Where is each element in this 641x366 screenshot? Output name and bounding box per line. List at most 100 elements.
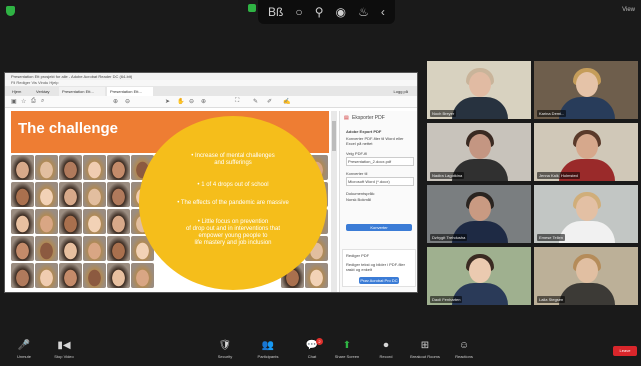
collage-face (107, 236, 130, 261)
select-file-field[interactable]: Presentation_2.docx.pdf (346, 157, 414, 166)
record-icon[interactable]: ◉ (336, 6, 346, 18)
try-pro-button[interactable]: Prøv Acrobat Pro DC (359, 277, 399, 284)
participant-name: Dzhygit Trehdusha (430, 234, 468, 241)
participant-tile[interactable]: Dzhygit Trehdusha (426, 184, 532, 244)
record-button[interactable]: ⏺ Record (366, 340, 406, 359)
collage-face (35, 209, 58, 234)
stop-video-button[interactable]: ▮◀ Stop Video (44, 340, 84, 359)
recording-indicator-icon (248, 4, 256, 12)
tab-document-2[interactable]: Presentation Ett... (107, 87, 153, 96)
spotlight-icon[interactable]: ○ (295, 6, 302, 18)
participant-face (576, 134, 598, 159)
window-title: Presentation Ett prosjekt for alle - Ado… (5, 73, 417, 80)
tab-tools[interactable]: Verktøy (33, 87, 53, 96)
tab-bar: Hjem Verktøy Presentation Ett... Present… (5, 86, 417, 96)
tab-document-1[interactable]: Presentation Ett... (59, 87, 105, 96)
collage-face (11, 236, 34, 261)
scrollbar-thumb[interactable] (332, 121, 336, 151)
sign-icon[interactable]: ✍ (283, 98, 290, 105)
participant-face (576, 196, 598, 221)
collage-face (83, 263, 106, 288)
highlight-icon[interactable]: ✐ (267, 98, 272, 105)
collage-face (11, 209, 34, 234)
collage-face (83, 209, 106, 234)
zoom-in-icon[interactable]: ⊕ (201, 98, 206, 105)
participant-tile[interactable]: Karina Demi... (533, 60, 639, 120)
collapse-icon[interactable]: ‹ (381, 6, 385, 18)
participant-name: Nadira Lagotkina (430, 172, 465, 179)
panel-description: Konverter PDF-filer til Word eller Excel… (346, 136, 404, 146)
print-icon[interactable]: ⎙ (31, 98, 36, 105)
participants-button[interactable]: 👥 Participants (248, 340, 288, 359)
breakout-rooms-icon: ⊞ (420, 340, 430, 351)
slide-title: The challenge (18, 120, 119, 137)
chat-unread-badge: 2 (316, 338, 323, 345)
meeting-controls: 🎤 Unmute ▮◀ Stop Video 🛡 Security 👥 Part… (0, 336, 641, 366)
collage-face (59, 209, 82, 234)
pdf-toolbar: ▣ ☆ ⎙ ⌕ ⊕ ⊖ ➤ ✋ ⊖ ⊕ ⛶ ✎ ✐ ✍ (5, 96, 417, 108)
participant-tile[interactable]: Daoli Fenharten (426, 246, 532, 306)
document-scrollbar[interactable] (331, 111, 337, 292)
share-screen-icon: ⬆ (342, 340, 352, 351)
fit-page-icon[interactable]: ⛶ (235, 98, 239, 105)
view-button[interactable]: View (622, 7, 635, 13)
participant-torso (559, 221, 615, 243)
search-icon[interactable]: ⌕ (41, 98, 44, 105)
reactions-button[interactable]: ☺ Reactions (444, 340, 484, 359)
convert-to-label: Konverter til (346, 171, 368, 176)
chat-icon: 💬 (305, 340, 319, 351)
more-icon[interactable]: ♨ (358, 6, 369, 18)
panel-subheader: Adobe Export PDF (346, 129, 382, 134)
security-shield-icon[interactable] (6, 6, 15, 16)
bullet-drop-out: • 1 of 4 drops out of school (197, 182, 269, 188)
annotation-toolbar: Bß ○ ⚲ ◉ ♨ ‹ (258, 0, 395, 24)
share-screen-label: Share Screen (334, 354, 360, 359)
comment-icon[interactable]: ✎ (253, 98, 258, 105)
security-button[interactable]: 🛡 Security (205, 340, 245, 359)
collage-face (59, 263, 82, 288)
shield-icon: 🛡 (218, 340, 232, 351)
sign-in-link[interactable]: Logg på (391, 87, 411, 96)
convert-to-select[interactable]: Microsoft Word (*.docx) (346, 177, 414, 186)
collage-face (11, 155, 34, 180)
convert-button[interactable]: Konverter (346, 224, 412, 231)
collage-face (107, 182, 130, 207)
collage-face (305, 263, 328, 288)
promo-title: Rediger PDF (346, 253, 370, 258)
hand-tool-icon[interactable]: ✋ (177, 98, 184, 105)
participant-face (469, 134, 491, 159)
collage-face (59, 182, 82, 207)
chat-button[interactable]: 💬 Chat 2 (292, 338, 332, 359)
participant-face (576, 258, 598, 283)
microphone-icon[interactable]: ⚲ (315, 6, 324, 18)
participant-tile[interactable]: Jenna Kalk, Holmsted (533, 122, 639, 182)
record-label: Record (379, 354, 393, 359)
share-screen-button[interactable]: ⬆ Share Screen (327, 340, 367, 359)
security-label: Security (217, 354, 233, 359)
save-icon[interactable]: ▣ (11, 98, 17, 105)
zoom-out-icon[interactable]: ⊖ (189, 98, 194, 105)
bullet-pandemic: • The effects of the pandemic are massiv… (177, 200, 289, 206)
export-pdf-panel: ▤ Eksporter PDF Adobe Export PDF Konvert… (339, 111, 417, 292)
breakout-rooms-label: Breakout Rooms (410, 354, 440, 359)
participant-name: Noch Breyer (430, 110, 457, 117)
page-down-icon[interactable]: ⊖ (125, 98, 130, 105)
breakout-rooms-button[interactable]: ⊞ Breakout Rooms (405, 340, 445, 359)
participant-tile[interactable]: Noch Breyer (426, 60, 532, 120)
participant-tile[interactable]: Nadira Lagotkina (426, 122, 532, 182)
language-value[interactable]: Norsk Bokmål (346, 197, 371, 202)
participant-tile[interactable]: Emese Tellen (533, 184, 639, 244)
collage-face (107, 263, 130, 288)
tab-home[interactable]: Hjem (9, 87, 24, 96)
try-pro-label: Prøv Acrobat Pro DC (360, 278, 398, 283)
annotate-tool-icon[interactable]: Bß (268, 6, 283, 18)
collage-face (35, 182, 58, 207)
participant-tile[interactable]: Laila Stegsen (533, 246, 639, 306)
collage-face (131, 263, 154, 288)
select-tool-icon[interactable]: ➤ (165, 98, 170, 105)
page-up-icon[interactable]: ⊕ (113, 98, 118, 105)
leave-button[interactable]: Leave (613, 346, 637, 356)
collage-face (35, 236, 58, 261)
star-icon[interactable]: ☆ (21, 98, 26, 105)
unmute-button[interactable]: 🎤 Unmute (4, 340, 44, 359)
